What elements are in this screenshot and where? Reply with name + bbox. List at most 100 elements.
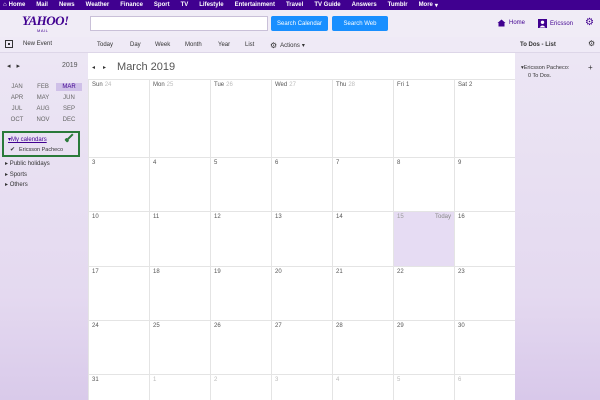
nav-travel[interactable]: Travel [286, 2, 303, 8]
month-mar[interactable]: MAR [56, 83, 82, 91]
calendar-day-cell[interactable]: 29 [393, 320, 454, 374]
user-profile[interactable]: Ericsson [538, 19, 573, 28]
view-day[interactable]: Day [130, 42, 141, 48]
todo-user[interactable]: ▾Ericsson Pacheco: [521, 65, 569, 71]
my-calendars-link[interactable]: ▾My calendars [8, 136, 47, 143]
search-input[interactable] [90, 16, 268, 31]
calendar-day-cell[interactable]: Fri 1 [393, 79, 454, 157]
nav-lifestyle[interactable]: Lifestyle [199, 2, 223, 8]
nav-mail[interactable]: Mail [36, 2, 48, 8]
calendar-group-sports[interactable]: ▸ Sports [5, 171, 27, 178]
nav-home[interactable]: ⌂ Home [3, 2, 25, 8]
calendar-day-cell[interactable]: 20 [271, 266, 332, 320]
calendar-day-cell[interactable]: Wed 27 [271, 79, 332, 157]
nav-tv-guide[interactable]: TV Guide [314, 2, 340, 8]
calendar-day-cell[interactable]: 21 [332, 266, 393, 320]
day-number: 13 [275, 214, 282, 220]
calendar-day-cell[interactable]: 2 [210, 374, 271, 400]
calendar-day-cell[interactable]: 27 [271, 320, 332, 374]
month-sep[interactable]: SEP [56, 105, 82, 113]
day-number: 14 [336, 214, 343, 220]
nav-tv[interactable]: TV [181, 2, 189, 8]
calendar-day-cell[interactable]: 11 [149, 211, 210, 266]
next-month-arrow-icon[interactable]: ▸ [103, 64, 106, 71]
month-jan[interactable]: JAN [4, 83, 30, 91]
view-list[interactable]: List [245, 42, 254, 48]
calendar-day-cell[interactable]: Thu 28 [332, 79, 393, 157]
settings-gear-icon[interactable]: ⚙ [585, 17, 594, 28]
calendar-day-cell[interactable]: 5 [393, 374, 454, 400]
yahoo-logo[interactable]: YAHOO! [22, 13, 69, 29]
calendar-day-cell[interactable]: 7 [332, 157, 393, 211]
nav-answers[interactable]: Answers [352, 2, 377, 8]
calendar-day-cell[interactable]: 8 [393, 157, 454, 211]
month-oct[interactable]: OCT [4, 116, 30, 124]
month-apr[interactable]: APR [4, 94, 30, 102]
calendar-day-cell[interactable]: Sat 2 [454, 79, 515, 157]
calendar-day-cell[interactable]: 6 [271, 157, 332, 211]
search-calendar-button[interactable]: Search Calendar [271, 16, 328, 31]
month-nov[interactable]: NOV [30, 116, 56, 124]
month-feb[interactable]: FEB [30, 83, 56, 91]
nav-entertainment[interactable]: Entertainment [235, 2, 275, 8]
calendar-day-cell[interactable]: 4 [149, 157, 210, 211]
nav-news[interactable]: News [59, 2, 75, 8]
calendar-day-cell[interactable]: 6 [454, 374, 515, 400]
calendar-day-cell[interactable]: 5 [210, 157, 271, 211]
calendar-day-cell[interactable]: 26 [210, 320, 271, 374]
calendar-day-cell[interactable]: 12 [210, 211, 271, 266]
calendar-day-cell[interactable]: 30 [454, 320, 515, 374]
month-jun[interactable]: JUN [56, 94, 82, 102]
calendar-day-cell[interactable]: 1 [149, 374, 210, 400]
calendar-day-cell[interactable]: 13 [271, 211, 332, 266]
calendar-day-cell[interactable]: 19 [210, 266, 271, 320]
calendar-group-others[interactable]: ▸ Others [5, 181, 28, 188]
calendar-day-cell[interactable]: 25 [149, 320, 210, 374]
calendar-day-cell[interactable]: 16 [454, 211, 515, 266]
home-link[interactable]: Home [497, 19, 525, 27]
new-event-button[interactable]: New Event [5, 40, 52, 48]
calendar-day-cell[interactable]: Sun 24 [88, 79, 149, 157]
nav-more[interactable]: More ▾ [419, 2, 438, 9]
month-dec[interactable]: DEC [56, 116, 82, 124]
calendar-day-cell[interactable]: 17 [88, 266, 149, 320]
calendar-day-cell[interactable]: 9 [454, 157, 515, 211]
calendar-day-cell[interactable]: 24 [88, 320, 149, 374]
month-jul[interactable]: JUL [4, 105, 30, 113]
prev-month-arrow-icon[interactable]: ◂ [92, 64, 95, 71]
month-aug[interactable]: AUG [30, 105, 56, 113]
nav-sport[interactable]: Sport [154, 2, 170, 8]
home-icon: ⌂ [3, 2, 7, 8]
calendar-day-cell[interactable]: 18 [149, 266, 210, 320]
calendar-item-ericsson[interactable]: ✔ Ericsson Pacheco [10, 146, 63, 154]
calendar-day-cell[interactable]: 23 [454, 266, 515, 320]
calendar-day-cell[interactable]: Tue 26 [210, 79, 271, 157]
todo-settings-gear-icon[interactable]: ⚙ [588, 39, 595, 48]
calendar-group-public-holidays[interactable]: ▸ Public holidays [5, 160, 50, 167]
calendar-day-cell[interactable]: 3 [271, 374, 332, 400]
month-may[interactable]: MAY [30, 94, 56, 102]
view-week[interactable]: Week [155, 42, 170, 48]
calendar-day-cell[interactable]: Mon 25 [149, 79, 210, 157]
day-number: 3 [275, 377, 279, 383]
actions-menu[interactable]: ⚙ Actions ▾ [270, 41, 305, 50]
calendar-day-cell[interactable]: 10 [88, 211, 149, 266]
calendar-day-cell[interactable]: 4 [332, 374, 393, 400]
next-year-arrow-icon[interactable]: ▸ [16, 63, 20, 70]
calendar-day-cell[interactable]: 28 [332, 320, 393, 374]
prev-year-arrow-icon[interactable]: ◂ [7, 63, 11, 70]
view-today[interactable]: Today [97, 42, 113, 48]
calendar-day-cell[interactable]: 15 Today [393, 211, 454, 266]
view-month[interactable]: Month [185, 42, 202, 48]
view-year[interactable]: Year [218, 42, 230, 48]
mini-calendar-nav: ◂ ▸ [7, 62, 20, 70]
nav-tumblr[interactable]: Tumblr [388, 2, 408, 8]
calendar-day-cell[interactable]: 31 [88, 374, 149, 400]
nav-finance[interactable]: Finance [120, 2, 143, 8]
add-todo-icon[interactable]: + [588, 63, 593, 72]
search-web-button[interactable]: Search Web [332, 16, 388, 31]
calendar-day-cell[interactable]: 14 [332, 211, 393, 266]
nav-weather[interactable]: Weather [86, 2, 110, 8]
calendar-day-cell[interactable]: 3 [88, 157, 149, 211]
calendar-day-cell[interactable]: 22 [393, 266, 454, 320]
